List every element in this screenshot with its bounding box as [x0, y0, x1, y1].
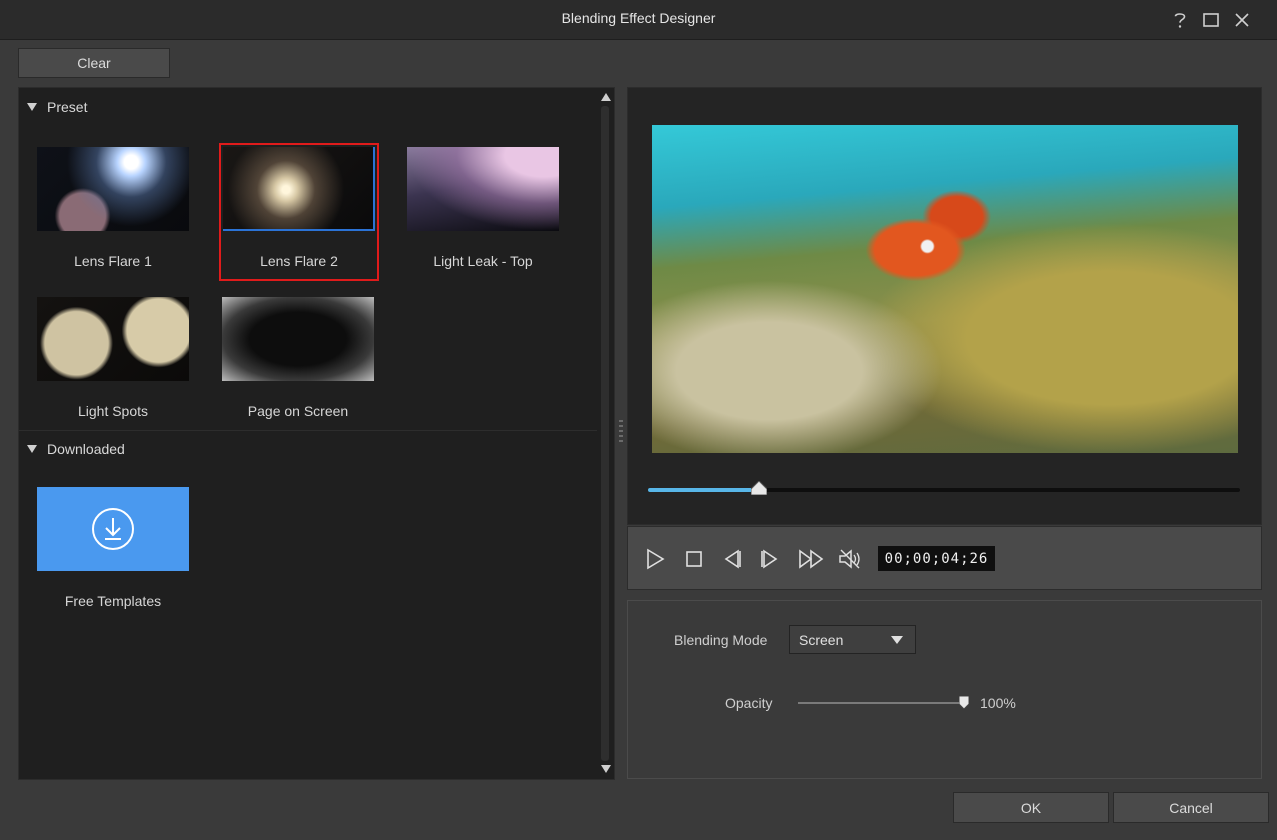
mute-icon[interactable] [836, 547, 864, 571]
scroll-up-icon[interactable] [601, 93, 611, 101]
maximize-icon[interactable] [1199, 8, 1223, 32]
blending-mode-value: Screen [799, 631, 844, 648]
opacity-slider-handle[interactable] [959, 696, 969, 709]
question-mark-icon[interactable] [1168, 8, 1192, 32]
preset-thumbnail [37, 297, 189, 381]
scroll-down-icon[interactable] [601, 765, 611, 773]
opacity-value: 100% [980, 695, 1016, 711]
timeline-progress [648, 488, 760, 492]
collapse-triangle-icon [27, 103, 37, 111]
panel-splitter[interactable] [619, 420, 623, 444]
scrollbar-track[interactable] [601, 106, 609, 761]
playback-controls: 00;00;04;26 [627, 526, 1262, 590]
opacity-label: Opacity [725, 695, 773, 711]
fast-forward-icon[interactable] [798, 547, 826, 571]
cancel-button[interactable]: Cancel [1113, 792, 1269, 823]
window-title: Blending Effect Designer [561, 10, 716, 26]
preset-light-leak-top[interactable]: Light Leak - Top [403, 143, 563, 281]
preset-thumbnail [407, 147, 559, 231]
free-templates-label: Free Templates [64, 593, 162, 609]
download-thumbnail [37, 487, 189, 571]
close-icon[interactable] [1230, 8, 1254, 32]
preset-label: Lens Flare 2 [260, 253, 338, 269]
ok-button[interactable]: OK [953, 792, 1109, 823]
download-icon [92, 508, 134, 550]
section-divider [19, 430, 597, 431]
blending-mode-label: Blending Mode [674, 632, 768, 648]
preset-label: Light Spots [77, 403, 149, 419]
clear-button[interactable]: Clear [18, 48, 170, 78]
preset-page-on-screen[interactable]: Page on Screen [218, 293, 378, 431]
section-preset-label: Preset [47, 99, 88, 115]
opacity-slider[interactable] [798, 696, 969, 709]
section-preset[interactable]: Preset [27, 97, 87, 117]
previous-frame-icon[interactable] [720, 547, 744, 571]
preset-label: Page on Screen [247, 403, 349, 419]
title-bar: Blending Effect Designer [0, 0, 1277, 40]
chevron-down-icon [891, 636, 903, 644]
preview-panel [627, 87, 1262, 525]
blending-mode-dropdown[interactable]: Screen [789, 625, 916, 654]
preset-lens-flare-2[interactable]: Lens Flare 2 [219, 143, 379, 281]
blend-settings-panel: Blending Mode Screen Opacity 100% [627, 600, 1262, 779]
stop-icon[interactable] [682, 547, 706, 571]
section-downloaded[interactable]: Downloaded [27, 439, 125, 459]
library-scrollbar[interactable] [598, 88, 614, 779]
preset-label: Light Leak - Top [433, 253, 533, 269]
free-templates-tile[interactable]: Free Templates [33, 483, 193, 621]
timecode-display: 00;00;04;26 [878, 546, 995, 571]
template-library: Preset Lens Flare 1 Lens Flare 2 Light L… [18, 87, 615, 780]
play-icon[interactable] [643, 547, 667, 571]
preset-label: Lens Flare 1 [74, 253, 152, 269]
playhead-handle[interactable] [751, 481, 768, 495]
collapse-triangle-icon [27, 445, 37, 453]
preset-thumbnail [37, 147, 189, 231]
timeline-scrubber[interactable] [648, 481, 1240, 495]
preview-video [652, 125, 1238, 453]
preset-light-spots[interactable]: Light Spots [33, 293, 193, 431]
preset-thumbnail [223, 147, 375, 231]
next-frame-icon[interactable] [758, 547, 782, 571]
preset-thumbnail [222, 297, 374, 381]
preset-lens-flare-1[interactable]: Lens Flare 1 [33, 143, 193, 281]
section-downloaded-label: Downloaded [47, 441, 125, 457]
